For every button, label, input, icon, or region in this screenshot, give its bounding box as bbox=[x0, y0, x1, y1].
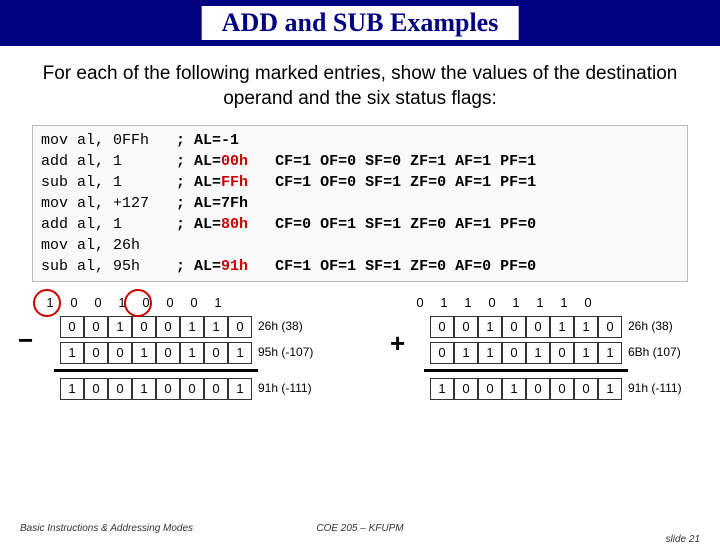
bit-cell: 0 bbox=[526, 378, 550, 400]
bit-cell: 1 bbox=[526, 342, 550, 364]
result: 80h bbox=[221, 216, 248, 233]
comment: ; AL= bbox=[176, 216, 221, 233]
code-block: mov al, 0FFh ; AL=-1 add al, 1 ; AL=00h … bbox=[32, 125, 688, 282]
bit-cell: 1 bbox=[180, 316, 204, 338]
bit-cell: 0 bbox=[84, 378, 108, 400]
bit-cell: 1 bbox=[60, 378, 84, 400]
bit-cell: 1 bbox=[502, 378, 526, 400]
bit-cell: 0 bbox=[408, 292, 432, 314]
bit-cell: 0 bbox=[158, 292, 182, 314]
instr: mov al, 0FFh bbox=[41, 132, 176, 149]
bit-cell: 0 bbox=[86, 292, 110, 314]
bit-cell: 1 bbox=[550, 316, 574, 338]
comment: ; AL=-1 bbox=[176, 132, 239, 149]
bit-cell: 0 bbox=[480, 292, 504, 314]
bit-cell: 0 bbox=[108, 378, 132, 400]
comment: ; AL= bbox=[176, 174, 221, 191]
bit-cell: 0 bbox=[526, 316, 550, 338]
instr: sub al, 1 bbox=[41, 174, 176, 191]
slide-subtitle: For each of the following marked entries… bbox=[40, 62, 680, 111]
bit-cell: 1 bbox=[478, 316, 502, 338]
bit-cell: 0 bbox=[60, 316, 84, 338]
bit-cell: 1 bbox=[206, 292, 230, 314]
label-left-b: 95h (-107) bbox=[258, 345, 313, 359]
op-plus: + bbox=[390, 328, 405, 359]
bit-cell: 1 bbox=[598, 342, 622, 364]
bit-cell: 0 bbox=[454, 378, 478, 400]
bit-cell: 1 bbox=[132, 342, 156, 364]
bit-cell: 0 bbox=[132, 316, 156, 338]
bit-cell: 1 bbox=[228, 378, 252, 400]
bit-cell: 0 bbox=[62, 292, 86, 314]
bit-cell: 0 bbox=[574, 378, 598, 400]
bit-cell: 0 bbox=[108, 342, 132, 364]
label-left-a: 26h (38) bbox=[258, 319, 303, 333]
bit-cell: 0 bbox=[182, 292, 206, 314]
comment: ; AL= bbox=[176, 153, 221, 170]
bit-cell: 1 bbox=[456, 292, 480, 314]
bit-cell: 1 bbox=[180, 342, 204, 364]
bit-cell: 1 bbox=[552, 292, 576, 314]
bit-cell: 1 bbox=[574, 316, 598, 338]
bit-cell: 0 bbox=[204, 378, 228, 400]
instr: sub al, 95h bbox=[41, 258, 176, 275]
flags: CF=0 OF=1 SF=1 ZF=0 AF=1 PF=0 bbox=[248, 216, 536, 233]
bit-cell: 0 bbox=[454, 316, 478, 338]
bit-cell: 0 bbox=[550, 378, 574, 400]
bit-cell: 0 bbox=[550, 342, 574, 364]
bit-cell: 0 bbox=[598, 316, 622, 338]
footer: Basic Instructions & Addressing Modes CO… bbox=[0, 523, 720, 534]
flags: CF=1 OF=1 SF=1 ZF=0 AF=0 PF=0 bbox=[248, 258, 536, 275]
result: 91h bbox=[221, 258, 248, 275]
result: 00h bbox=[221, 153, 248, 170]
bit-cell: 1 bbox=[478, 342, 502, 364]
bit-cell: 0 bbox=[156, 378, 180, 400]
bit-cell: 1 bbox=[108, 316, 132, 338]
bit-cell: 1 bbox=[528, 292, 552, 314]
result: FFh bbox=[221, 174, 248, 191]
label-right-a: 26h (38) bbox=[628, 319, 673, 333]
instr: add al, 1 bbox=[41, 153, 176, 170]
bit-cell: 1 bbox=[598, 378, 622, 400]
bit-cell: 0 bbox=[228, 316, 252, 338]
instr: add al, 1 bbox=[41, 216, 176, 233]
bit-cell: 0 bbox=[180, 378, 204, 400]
label-right-b: 6Bh (107) bbox=[628, 345, 681, 359]
op-minus: − bbox=[18, 325, 33, 356]
bit-cell: 0 bbox=[430, 342, 454, 364]
bit-cell: 1 bbox=[454, 342, 478, 364]
bit-cell: 1 bbox=[228, 342, 252, 364]
bit-cell: 1 bbox=[432, 292, 456, 314]
bit-cell: 0 bbox=[576, 292, 600, 314]
bit-cell: 0 bbox=[430, 316, 454, 338]
flags: CF=1 OF=0 SF=0 ZF=1 AF=1 PF=1 bbox=[248, 153, 536, 170]
bit-cell: 0 bbox=[84, 316, 108, 338]
label-left-r: 91h (-111) bbox=[258, 381, 312, 395]
bit-cell: 0 bbox=[156, 342, 180, 364]
comment: ; AL= bbox=[176, 258, 221, 275]
bit-cell: 1 bbox=[574, 342, 598, 364]
bit-cell: 1 bbox=[132, 378, 156, 400]
comment: ; AL=7Fh bbox=[176, 195, 248, 212]
bit-cell: 0 bbox=[156, 316, 180, 338]
bit-cell: 0 bbox=[502, 342, 526, 364]
bit-cell: 0 bbox=[478, 378, 502, 400]
bit-cell: 1 bbox=[504, 292, 528, 314]
slide-title: ADD and SUB Examples bbox=[202, 6, 519, 40]
bit-cell: 1 bbox=[204, 316, 228, 338]
instr: mov al, +127 bbox=[41, 195, 176, 212]
flags: CF=1 OF=0 SF=1 ZF=0 AF=1 PF=1 bbox=[248, 174, 536, 191]
instr: mov al, 26h bbox=[41, 237, 140, 254]
calculation-area: 10010001 00100110 26h (38) 10010101 95h … bbox=[10, 292, 710, 452]
label-right-r: 91h (-111) bbox=[628, 381, 682, 395]
bit-cell: 0 bbox=[84, 342, 108, 364]
footer-left: Basic Instructions & Addressing Modes bbox=[20, 523, 193, 534]
bit-cell: 1 bbox=[430, 378, 454, 400]
bit-cell: 0 bbox=[502, 316, 526, 338]
bit-cell: 0 bbox=[204, 342, 228, 364]
bit-cell: 1 bbox=[60, 342, 84, 364]
